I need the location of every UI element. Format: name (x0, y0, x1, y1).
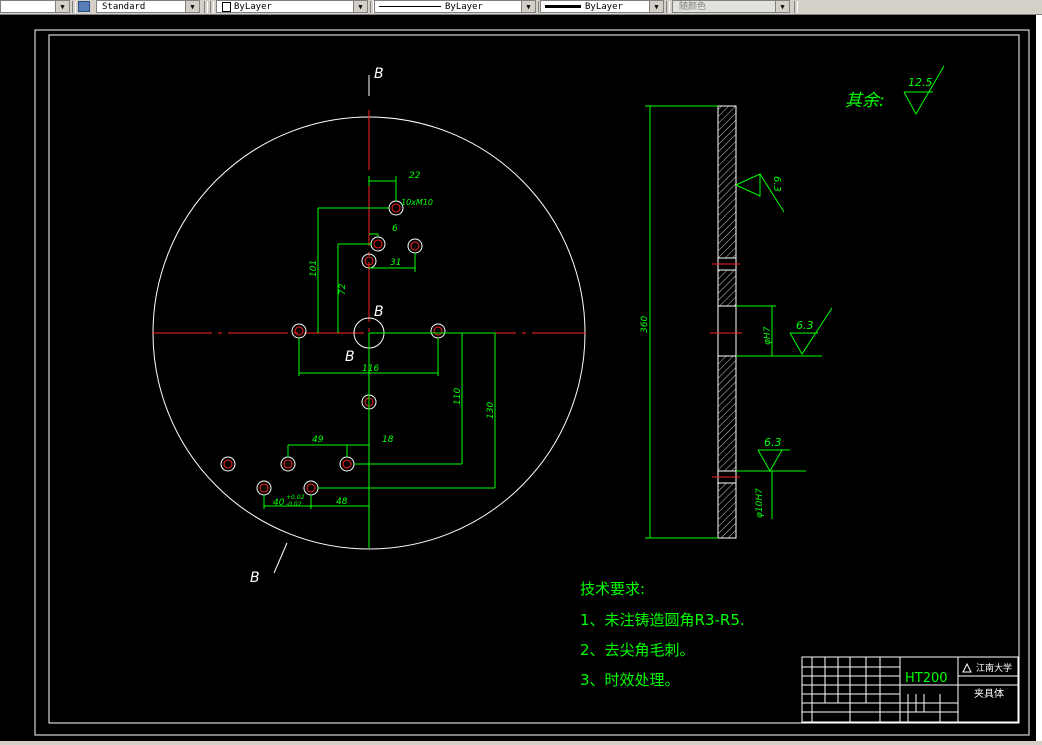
text-style-icon[interactable] (78, 1, 90, 12)
title-material: HT200 (905, 671, 948, 686)
hole (220, 456, 236, 472)
title-block-texts: HT200 江南大学 夹具体 (905, 662, 1012, 700)
dim-72: 72 (338, 283, 348, 295)
linetype-preview (379, 6, 441, 7)
dim-40: 40 (273, 498, 285, 508)
dim-hole10: φ10H7 (755, 488, 765, 518)
section-hatch-low (717, 355, 737, 472)
roughness-symbols (735, 65, 945, 473)
title-school: 江南大学 (976, 662, 1012, 674)
text-style-select[interactable]: Standard ▼ (96, 0, 200, 13)
tech-req-line3: 3、时效处理。 (580, 671, 680, 689)
lineweight-select[interactable]: ByLayer ▼ (540, 0, 664, 13)
dim-360: 360 (640, 316, 650, 333)
hole (303, 480, 319, 496)
drawing-canvas[interactable]: B B B B 22 10xM10 6 101 31 72 116 110 13… (0, 15, 1036, 741)
roughness-others-value: 12.5 (908, 76, 933, 89)
plot-style-select[interactable]: 随颜色 ▼ (672, 0, 790, 13)
chevron-down-icon: ▼ (55, 1, 69, 12)
toolbar-separator (72, 1, 76, 13)
school-logo-icon (962, 662, 972, 673)
dim-tol-upper: +0.02 (286, 494, 305, 501)
front-view: B B B B 22 10xM10 6 101 31 72 116 110 13… (152, 66, 586, 586)
dim-31: 31 (390, 258, 401, 268)
toolbar-separator (210, 1, 214, 13)
chevron-down-icon: ▼ (775, 1, 789, 12)
dim-6: 6 (392, 224, 398, 234)
section-label-b-center1: B (374, 304, 384, 320)
section-view: 360 φH7 φ10H7 (640, 105, 822, 539)
dim-22: 22 (409, 171, 421, 181)
dim-116: 116 (362, 364, 379, 374)
hole (430, 323, 446, 339)
section-hatch-top (717, 105, 737, 259)
chevron-down-icon: ▼ (521, 1, 535, 12)
technical-requirements: 技术要求: 1、未注铸造圆角R3-R5. 2、去尖角毛刺。 3、时效处理。 (580, 580, 745, 689)
dim-130: 130 (486, 402, 496, 419)
holes (220, 200, 446, 496)
section-label-b-center2: B (345, 349, 355, 365)
toolbar-separator (794, 1, 798, 13)
dim-bore: φH7 (763, 326, 773, 345)
section-hatch-bottom (717, 482, 737, 539)
section-dim-texts: 360 φH7 φ10H7 (640, 316, 773, 518)
sheet-inner-border (48, 34, 1020, 724)
dimension-lines (263, 176, 496, 548)
tech-req-line1: 1、未注铸造圆角R3-R5. (580, 611, 745, 629)
lineweight-value: ByLayer (585, 2, 623, 12)
lineweight-preview (545, 5, 581, 8)
dim-49: 49 (312, 435, 324, 445)
section-line-b-bottom (273, 542, 288, 574)
toolbar-separator (204, 1, 208, 13)
title-part-name: 夹具体 (974, 687, 1004, 700)
toolbar-separator (666, 1, 670, 13)
section-bore (717, 305, 737, 357)
hole (280, 456, 296, 472)
linetype-select[interactable]: ByLayer ▼ (374, 0, 536, 13)
chevron-down-icon: ▼ (649, 1, 663, 12)
hole (370, 236, 386, 252)
dimension-texts: 22 10xM10 6 101 31 72 116 110 130 49 18 … (273, 171, 496, 508)
hole (291, 323, 307, 339)
sheet-outer-border (34, 29, 1030, 736)
hole (407, 238, 423, 254)
tech-req-line2: 2、去尖角毛刺。 (580, 641, 695, 659)
layer-select[interactable]: ByLayer ▼ (216, 0, 368, 13)
dim-101: 101 (309, 260, 319, 277)
section-label-b-bottom: B (250, 570, 260, 586)
roughness-texts: 其余: 12.5 6.3 6.3 6.3 (764, 76, 933, 449)
dim-110: 110 (453, 388, 463, 405)
roughness-r1: 6.3 (771, 176, 782, 192)
layer-value: ByLayer (234, 2, 272, 12)
roughness-others (903, 65, 945, 116)
hole (339, 456, 355, 472)
tech-req-title: 技术要求: (580, 580, 645, 598)
chevron-down-icon: ▼ (185, 1, 199, 12)
dim-tol-lower: -0.02 (286, 501, 302, 508)
roughness-r2: 6.3 (796, 319, 814, 332)
plot-style-value: 随颜色 (679, 2, 707, 12)
dim-holes-note: 10xM10 (401, 198, 433, 207)
hole (256, 480, 272, 496)
roughness-r3: 6.3 (764, 436, 782, 449)
text-style-value: Standard (102, 2, 146, 12)
dim-18: 18 (382, 435, 394, 445)
chevron-down-icon: ▼ (353, 1, 367, 12)
properties-toolbar: ▼ Standard ▼ ByLayer ▼ ByLayer ▼ ByLayer… (0, 0, 1042, 15)
linetype-value: ByLayer (445, 2, 483, 12)
section-hatch-mid (717, 269, 737, 307)
roughness-hole (757, 449, 790, 473)
status-strip (0, 741, 1042, 745)
roughness-others-label: 其余: (845, 91, 885, 111)
section-label-b-top: B (374, 66, 384, 82)
dim-48: 48 (336, 497, 348, 507)
prev-combo[interactable]: ▼ (0, 0, 70, 13)
window-edge (1036, 15, 1042, 741)
color-swatch-icon (222, 1, 231, 12)
